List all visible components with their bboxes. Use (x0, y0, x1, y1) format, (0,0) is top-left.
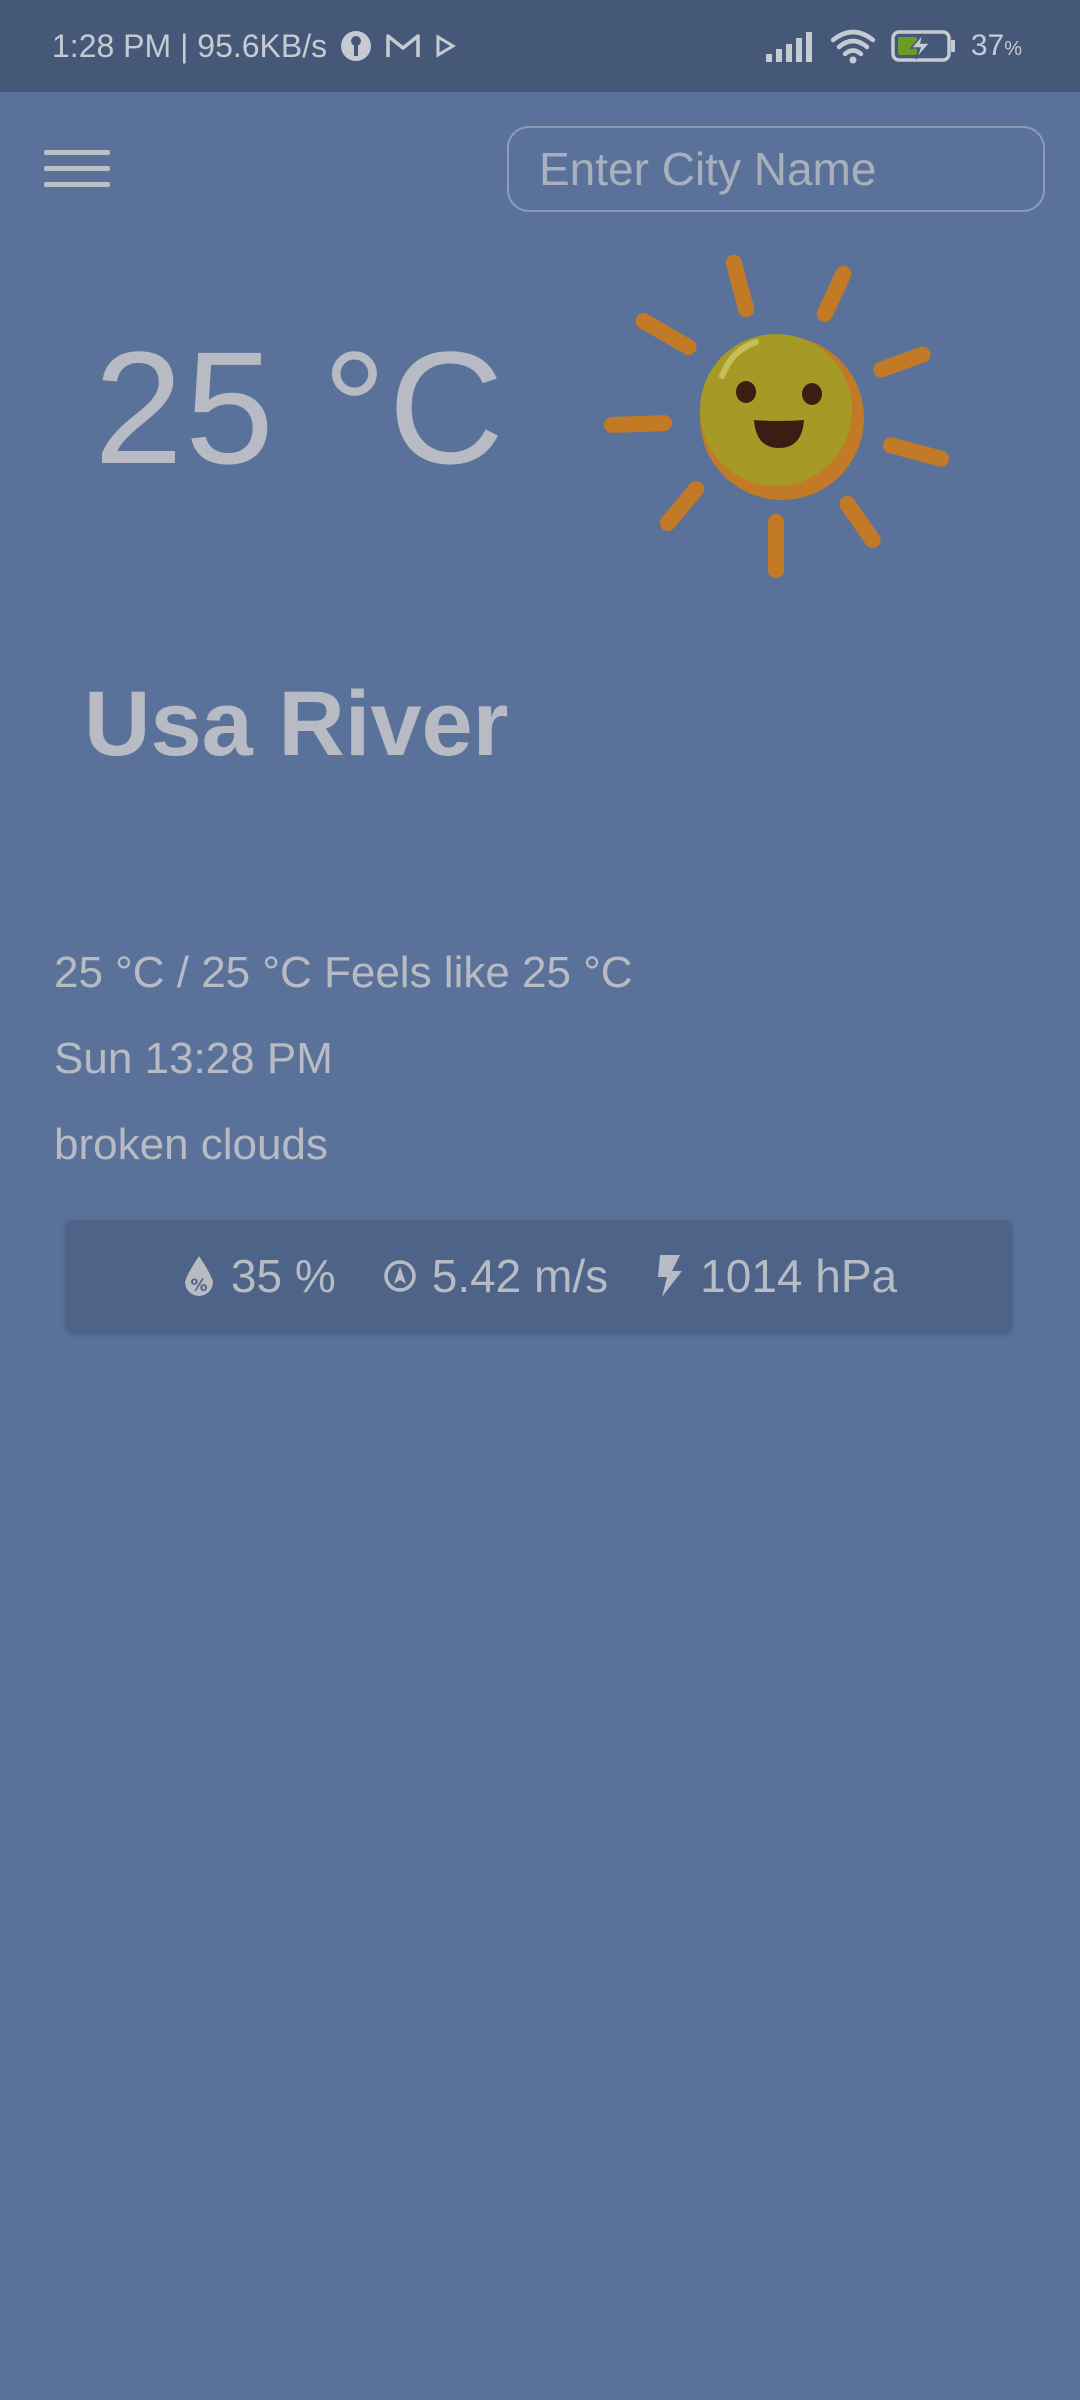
date-time: Sun 13:28 PM (54, 1034, 333, 1083)
weather-description: broken clouds (54, 1120, 328, 1169)
min-max-feels-like: 25 °C / 25 °C Feels like 25 °C (54, 948, 633, 997)
weather-stats-card: % 35 % 5.42 m/s 1014 hPa (66, 1220, 1012, 1332)
status-bar-left: 1:28 PM | 95.6KB/s (52, 0, 457, 92)
play-icon (433, 34, 457, 58)
wind-stat: 5.42 m/s (382, 1249, 608, 1303)
humidity-drop-icon: % (181, 1254, 217, 1298)
status-bar: 1:28 PM | 95.6KB/s 37% (0, 0, 1080, 92)
battery-charging-icon (891, 29, 957, 63)
signal-icon (765, 30, 815, 62)
battery-unit: % (1004, 38, 1022, 60)
current-temperature: 25 °C (94, 318, 506, 497)
city-name: Usa River (84, 673, 509, 775)
vpn-key-icon (339, 29, 373, 63)
battery-percentage: 37% (971, 29, 1022, 63)
menu-line (44, 149, 110, 155)
status-time-info: 1:28 PM | 95.6KB/s (52, 27, 328, 64)
humidity-stat: % 35 % (181, 1249, 336, 1303)
status-bar-right: 37% (765, 0, 1022, 92)
svg-text:%: % (190, 1276, 207, 1296)
pressure-value: 1014 hPa (700, 1250, 898, 1302)
gmail-icon (385, 32, 421, 60)
city-search-input[interactable] (507, 126, 1045, 212)
menu-line (44, 165, 110, 171)
smiling-sun-icon (598, 244, 960, 584)
wind-direction-icon (382, 1258, 418, 1294)
humidity-value: 35 % (230, 1250, 336, 1302)
wind-value: 5.42 m/s (431, 1250, 609, 1302)
hamburger-menu-icon[interactable] (44, 140, 110, 196)
wifi-icon (829, 28, 877, 64)
menu-line (44, 181, 110, 187)
pressure-stat: 1014 hPa (654, 1249, 897, 1303)
lightning-icon (654, 1253, 686, 1299)
battery-value: 37 (970, 29, 1005, 62)
